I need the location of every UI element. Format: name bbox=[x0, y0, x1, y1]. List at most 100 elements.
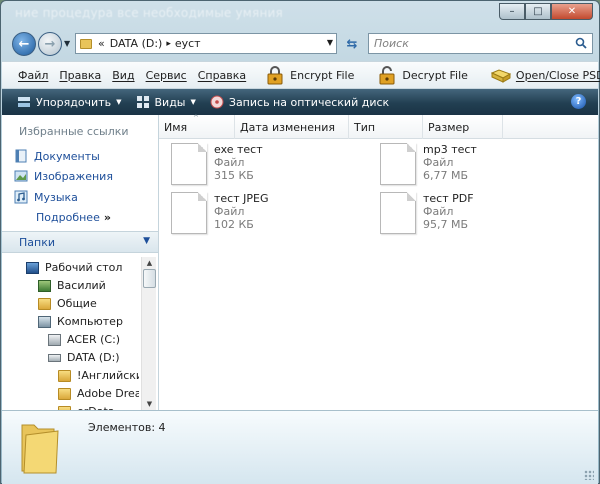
file-name: mp3 тест bbox=[423, 143, 477, 156]
decrypt-file-button[interactable]: Decrypt File bbox=[377, 65, 479, 85]
views-button[interactable]: Виды ▼ bbox=[136, 95, 196, 109]
column-size-label: Размер bbox=[428, 120, 470, 134]
column-type-label: Тип bbox=[354, 120, 376, 134]
column-name[interactable]: ^ Имя bbox=[159, 114, 235, 139]
user-folder-icon bbox=[38, 279, 51, 292]
tree-item-computer[interactable]: Компьютер bbox=[38, 315, 123, 328]
file-item[interactable]: тест PDF Файл 95,7 МБ bbox=[380, 192, 474, 234]
address-dropdown[interactable]: ▼ bbox=[327, 38, 333, 47]
music-icon bbox=[14, 190, 28, 204]
file-type: Файл bbox=[423, 205, 454, 218]
tree-item-public[interactable]: Общие bbox=[38, 297, 97, 310]
column-name-label: Имя bbox=[164, 120, 188, 134]
column-type[interactable]: Тип bbox=[349, 115, 423, 139]
favorite-documents[interactable]: Документы bbox=[14, 149, 100, 163]
folder-tree-scrollbar[interactable]: ▲ ▼ bbox=[141, 257, 156, 410]
chevron-down-icon: ▼ bbox=[190, 98, 196, 106]
close-button[interactable]: ✕ bbox=[551, 3, 593, 20]
breadcrumb-separator[interactable]: ▸ bbox=[166, 39, 171, 49]
column-date-label: Дата изменения bbox=[240, 120, 335, 134]
folder-icon bbox=[21, 424, 59, 474]
navigation-pane: Избранные ссылки Документы Изображения М… bbox=[2, 115, 159, 410]
menu-help[interactable]: Справка bbox=[198, 69, 246, 82]
favorite-pictures-label: Изображения bbox=[34, 169, 113, 183]
arrow-left-icon: ← bbox=[18, 36, 30, 52]
recent-pages-dropdown[interactable]: ▼ bbox=[64, 39, 70, 48]
explorer-window: ние процедура все необходимые умяния – □… bbox=[0, 0, 600, 484]
tree-item-label: ACER (C:) bbox=[67, 333, 121, 346]
forward-button[interactable]: → bbox=[38, 32, 62, 56]
tree-item-folder[interactable]: Adobe Dream bbox=[58, 387, 139, 400]
tree-item-label: DATA (D:) bbox=[67, 351, 120, 364]
folders-header[interactable]: Папки ▼ bbox=[2, 231, 158, 253]
file-item[interactable]: exe тест Файл 315 КБ bbox=[171, 143, 263, 185]
file-name: тест JPEG bbox=[214, 192, 269, 205]
burn-disc-button[interactable]: Запись на оптический диск bbox=[210, 95, 389, 109]
unlock-icon bbox=[379, 66, 395, 85]
disc-icon bbox=[210, 95, 224, 109]
file-meta: тест PDF Файл 95,7 МБ bbox=[423, 192, 474, 234]
folder-tree: Рабочий стол Василий Общие Компьютер ACE… bbox=[2, 255, 139, 410]
tree-item-desktop[interactable]: Рабочий стол bbox=[26, 261, 122, 274]
scroll-down-icon[interactable]: ▼ bbox=[143, 398, 156, 410]
back-button[interactable]: ← bbox=[12, 32, 36, 56]
open-close-psd-button[interactable]: Open/Close PSD bbox=[490, 65, 600, 85]
window-title: ние процедура все необходимые умяния bbox=[15, 6, 283, 20]
menu-file[interactable]: Файл bbox=[18, 69, 48, 82]
tree-item-label: Компьютер bbox=[57, 315, 123, 328]
refresh-icon: ⇆ bbox=[346, 36, 358, 52]
column-size[interactable]: Размер bbox=[423, 115, 503, 139]
maximize-button[interactable]: □ bbox=[525, 3, 551, 20]
file-item[interactable]: тест JPEG Файл 102 КБ bbox=[171, 192, 268, 234]
tree-item-label: Adobe Dream bbox=[77, 387, 139, 400]
scroll-thumb[interactable] bbox=[143, 269, 156, 288]
address-bar[interactable]: « DATA (D:) ▸ eycт ▼ bbox=[75, 33, 337, 54]
tree-item-folder[interactable]: !Английский bbox=[58, 369, 139, 382]
file-meta: mp3 тест Файл 6,77 МБ bbox=[423, 143, 477, 185]
drive-icon bbox=[48, 353, 61, 362]
encrypt-file-label: Encrypt File bbox=[290, 68, 355, 82]
tree-item-user[interactable]: Василий bbox=[38, 279, 106, 292]
details-pane: Элементов: 4 bbox=[2, 410, 598, 484]
favorite-pictures[interactable]: Изображения bbox=[14, 169, 113, 183]
tree-item-label: Общие bbox=[57, 297, 97, 310]
tree-item-label: Рабочий стол bbox=[45, 261, 123, 274]
menu-edit[interactable]: Правка bbox=[59, 69, 101, 82]
file-meta: тест JPEG Файл 102 КБ bbox=[214, 192, 268, 234]
tree-item-drive-c[interactable]: ACER (C:) bbox=[48, 333, 120, 346]
favorite-music[interactable]: Музыка bbox=[14, 190, 78, 204]
breadcrumb-drive[interactable]: DATA (D:) bbox=[110, 37, 163, 50]
tree-item-label: Василий bbox=[57, 279, 106, 292]
file-icon bbox=[380, 143, 416, 185]
file-item[interactable]: mp3 тест Файл 6,77 МБ bbox=[380, 143, 477, 185]
encrypt-file-button[interactable]: Encrypt File bbox=[265, 65, 365, 85]
search-input[interactable]: Поиск bbox=[368, 33, 593, 54]
menu-view[interactable]: Вид bbox=[112, 69, 134, 82]
breadcrumb-folder[interactable]: eycт bbox=[175, 37, 201, 50]
decrypt-file-label: Decrypt File bbox=[402, 68, 468, 82]
file-type: Файл bbox=[423, 156, 454, 169]
column-header: ^ Имя Дата изменения Тип Размер bbox=[159, 114, 598, 139]
search-icon[interactable] bbox=[575, 37, 587, 49]
minimize-button[interactable]: – bbox=[499, 3, 525, 20]
column-date-modified[interactable]: Дата изменения bbox=[235, 115, 349, 139]
scroll-up-icon[interactable]: ▲ bbox=[143, 257, 156, 269]
folders-title: Папки bbox=[19, 235, 55, 249]
documents-icon bbox=[15, 149, 27, 163]
folder-icon bbox=[80, 38, 92, 49]
arrow-right-icon: → bbox=[44, 36, 56, 52]
menu-tools[interactable]: Сервис bbox=[146, 69, 187, 82]
favorite-links-title: Избранные ссылки bbox=[19, 125, 129, 138]
resize-grip[interactable] bbox=[584, 470, 594, 480]
views-icon bbox=[136, 96, 149, 108]
folder-icon bbox=[38, 297, 51, 310]
tree-item-drive-d[interactable]: DATA (D:) bbox=[48, 351, 120, 364]
breadcrumb-overflow[interactable]: « bbox=[98, 37, 105, 50]
title-bar[interactable]: ние процедура все необходимые умяния – □… bbox=[1, 1, 599, 29]
refresh-button[interactable]: ⇆ bbox=[340, 34, 364, 54]
caption-buttons: – □ ✕ bbox=[499, 3, 593, 20]
more-links[interactable]: Подробнее» bbox=[36, 211, 111, 224]
help-icon[interactable]: ? bbox=[571, 94, 586, 109]
file-icon bbox=[171, 143, 207, 185]
organize-button[interactable]: Упорядочить ▼ bbox=[17, 95, 122, 109]
